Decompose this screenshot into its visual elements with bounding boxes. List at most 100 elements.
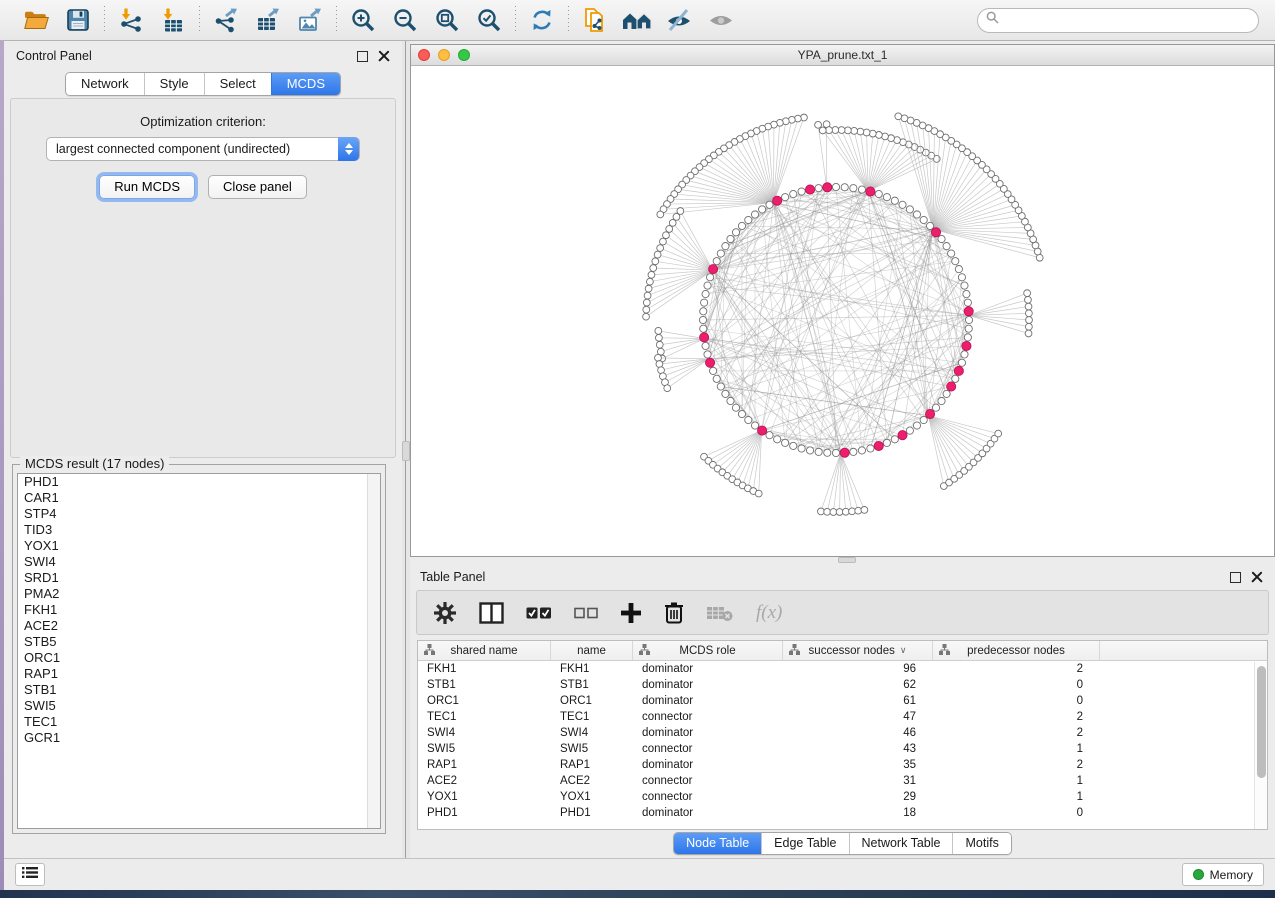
column-header-predecessor-nodes[interactable]: predecessor nodes [933, 641, 1100, 660]
table-cell[interactable]: dominator [633, 725, 783, 741]
table-cell[interactable]: dominator [633, 757, 783, 773]
mcds-result-item[interactable]: GCR1 [18, 730, 380, 746]
criterion-dropdown[interactable]: largest connected component (undirected) [46, 137, 360, 161]
mcds-result-item[interactable]: STP4 [18, 506, 380, 522]
tab-network-table[interactable]: Network Table [849, 833, 953, 854]
float-panel-icon[interactable] [357, 51, 368, 62]
table-cell[interactable]: 1 [933, 789, 1100, 805]
mcds-result-item[interactable]: TEC1 [18, 714, 380, 730]
tab-node-table[interactable]: Node Table [674, 833, 761, 854]
table-cell[interactable]: 31 [783, 773, 933, 789]
table-cell[interactable]: connector [633, 741, 783, 757]
table-cell[interactable]: ACE2 [551, 773, 633, 789]
delete-table-button[interactable] [706, 600, 734, 626]
tab-network[interactable]: Network [66, 73, 144, 95]
tab-style[interactable]: Style [144, 73, 204, 95]
mcds-result-item[interactable]: STB1 [18, 682, 380, 698]
table-cell[interactable]: TEC1 [551, 709, 633, 725]
mcds-result-item[interactable]: PHD1 [18, 474, 380, 490]
task-history-button[interactable] [15, 863, 45, 886]
table-cell[interactable]: FKH1 [418, 661, 551, 677]
mcds-result-item[interactable]: TID3 [18, 522, 380, 538]
table-cell[interactable]: SWI4 [418, 725, 551, 741]
open-file-button[interactable] [21, 5, 51, 35]
select-all-columns-button[interactable] [526, 600, 552, 626]
table-cell[interactable]: dominator [633, 661, 783, 677]
table-cell[interactable]: PHD1 [551, 805, 633, 821]
table-cell[interactable]: 46 [783, 725, 933, 741]
table-cell[interactable]: 2 [933, 661, 1100, 677]
vertical-splitter[interactable] [402, 41, 410, 858]
table-cell[interactable]: 0 [933, 677, 1100, 693]
mcds-result-item[interactable]: ORC1 [18, 650, 380, 666]
table-row[interactable]: STB1STB1dominator620 [418, 677, 1267, 693]
table-cell[interactable]: 0 [933, 805, 1100, 821]
show-all-button[interactable] [706, 5, 736, 35]
export-network-button[interactable] [211, 5, 241, 35]
table-row[interactable]: RAP1RAP1dominator352 [418, 757, 1267, 773]
table-cell[interactable]: RAP1 [418, 757, 551, 773]
table-cell[interactable]: 1 [933, 773, 1100, 789]
mcds-result-item[interactable]: ACE2 [18, 618, 380, 634]
table-cell[interactable]: 2 [933, 757, 1100, 773]
table-cell[interactable]: dominator [633, 805, 783, 821]
tab-edge-table[interactable]: Edge Table [761, 833, 848, 854]
table-row[interactable]: ACE2ACE2connector311 [418, 773, 1267, 789]
show-column-panel-button[interactable] [479, 600, 504, 626]
import-table-button[interactable] [158, 5, 188, 35]
table-cell[interactable]: YOX1 [418, 789, 551, 805]
tab-mcds[interactable]: MCDS [271, 73, 340, 95]
table-cell[interactable]: dominator [633, 677, 783, 693]
clone-network-button[interactable] [580, 5, 610, 35]
export-image-button[interactable] [295, 5, 325, 35]
table-cell[interactable]: connector [633, 709, 783, 725]
table-cell[interactable]: 43 [783, 741, 933, 757]
function-builder-button[interactable]: f(x) [756, 600, 782, 626]
table-cell[interactable]: dominator [633, 693, 783, 709]
search-box[interactable] [977, 8, 1259, 33]
table-row[interactable]: YOX1YOX1connector291 [418, 789, 1267, 805]
table-cell[interactable]: STB1 [551, 677, 633, 693]
hide-selected-button[interactable] [664, 5, 694, 35]
table-row[interactable]: SWI5SWI5connector431 [418, 741, 1267, 757]
float-table-panel-icon[interactable] [1230, 572, 1241, 583]
export-table-button[interactable] [253, 5, 283, 35]
zoom-in-button[interactable] [348, 5, 378, 35]
table-cell[interactable]: 47 [783, 709, 933, 725]
table-cell[interactable]: connector [633, 773, 783, 789]
mcds-result-item[interactable]: CAR1 [18, 490, 380, 506]
table-cell[interactable]: STB1 [418, 677, 551, 693]
table-row[interactable]: ORC1ORC1dominator610 [418, 693, 1267, 709]
zoom-fit-button[interactable] [432, 5, 462, 35]
network-window-titlebar[interactable]: YPA_prune.txt_1 [411, 45, 1274, 66]
table-row[interactable]: TEC1TEC1connector472 [418, 709, 1267, 725]
mcds-result-item[interactable]: RAP1 [18, 666, 380, 682]
zoom-out-button[interactable] [390, 5, 420, 35]
table-cell[interactable]: 62 [783, 677, 933, 693]
table-settings-button[interactable] [433, 600, 457, 626]
table-cell[interactable]: ORC1 [418, 693, 551, 709]
table-cell[interactable]: 0 [933, 693, 1100, 709]
table-cell[interactable]: SWI4 [551, 725, 633, 741]
table-cell[interactable]: ACE2 [418, 773, 551, 789]
mcds-result-item[interactable]: YOX1 [18, 538, 380, 554]
column-header-name[interactable]: name [551, 641, 633, 660]
table-cell[interactable]: YOX1 [551, 789, 633, 805]
close-panel-icon[interactable] [378, 50, 390, 62]
mcds-result-item[interactable]: PMA2 [18, 586, 380, 602]
refresh-button[interactable] [527, 5, 557, 35]
vertical-splitter-handle[interactable] [402, 441, 410, 461]
mcds-result-item[interactable]: STB5 [18, 634, 380, 650]
table-cell[interactable]: 35 [783, 757, 933, 773]
table-cell[interactable]: 61 [783, 693, 933, 709]
search-input[interactable] [1004, 13, 1250, 27]
mcds-result-list[interactable]: PHD1CAR1STP4TID3YOX1SWI4SRD1PMA2FKH1ACE2… [17, 473, 381, 829]
column-header-mcds-role[interactable]: MCDS role [633, 641, 783, 660]
table-cell[interactable]: PHD1 [418, 805, 551, 821]
table-row[interactable]: PHD1PHD1dominator180 [418, 805, 1267, 821]
mcds-result-item[interactable]: SWI5 [18, 698, 380, 714]
deselect-all-columns-button[interactable] [574, 600, 598, 626]
import-network-button[interactable] [116, 5, 146, 35]
table-cell[interactable]: SWI5 [418, 741, 551, 757]
zoom-selected-button[interactable] [474, 5, 504, 35]
